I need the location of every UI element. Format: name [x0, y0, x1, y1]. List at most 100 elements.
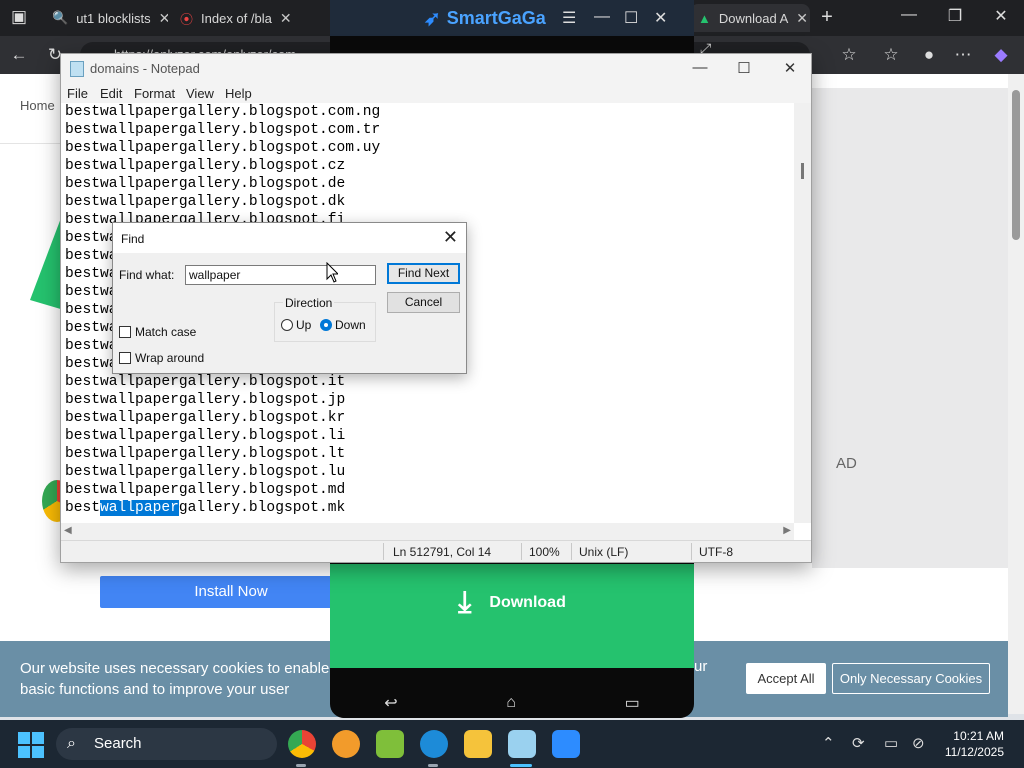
accept-all-button[interactable]: Accept All [746, 663, 826, 694]
smartgaga-titlebar: ➶ SmartGaGa ☰ — ☐ ✕ [330, 0, 694, 36]
favorite-icon[interactable]: ☆ [838, 44, 860, 66]
minimize-icon[interactable]: — [594, 8, 610, 26]
close-icon[interactable]: ✕ [775, 59, 805, 77]
text-line: bestwallpapergallery.blogspot.md [65, 482, 346, 498]
text-line: bestwa [65, 356, 118, 372]
taskbar-search[interactable]: ⌕ Search [56, 728, 277, 760]
android-nav-bar: ↩ ⌂ ▭ [330, 686, 694, 720]
checkbox-label: Wrap around [135, 351, 205, 365]
tab-index-of[interactable]: ⦿ Index of /bla ✕ [172, 4, 298, 32]
text-fragment: best [65, 500, 101, 516]
clock-date: 11/12/2025 [944, 745, 1004, 759]
download-button[interactable]: ⤓ Download [330, 564, 694, 641]
find-dialog: Find ✕ Find what: wallpaper Find Next Ca… [112, 222, 467, 374]
edge-taskbar-icon[interactable] [420, 730, 448, 758]
close-icon[interactable]: ✕ [654, 8, 667, 28]
scrollbar-thumb[interactable] [1012, 90, 1020, 240]
search-match-highlight: wallpaper [100, 500, 179, 516]
sync-icon[interactable]: ⟳ [852, 734, 865, 752]
menu-icon[interactable]: ⋯ [952, 44, 974, 66]
copilot-icon[interactable]: ◆ [990, 44, 1012, 66]
menu-view[interactable]: View [186, 86, 214, 101]
scroll-left-icon[interactable]: ◀ [64, 525, 72, 536]
opera-icon: ⦿ [180, 11, 194, 27]
start-button[interactable] [18, 732, 44, 758]
tab-ut1-blocklists[interactable]: 🔍 ut1 blocklists ✕ [44, 4, 168, 32]
menu-help[interactable]: Help [225, 86, 252, 101]
search-icon: 🔍 [52, 10, 69, 25]
notepad-taskbar-icon[interactable] [508, 730, 536, 758]
text-line: bestwallpapergallery.blogspot.cz [65, 158, 346, 174]
minimize-icon[interactable]: — [894, 6, 924, 24]
scrollbar-thumb[interactable] [801, 163, 804, 179]
find-what-input[interactable]: wallpaper [185, 265, 376, 285]
close-tab-icon[interactable]: ✕ [159, 10, 168, 27]
radio-unchecked-icon [281, 319, 293, 331]
direction-down-radio[interactable]: Down [320, 318, 366, 332]
text-line: bestwa [65, 284, 118, 300]
show-hidden-icons-icon[interactable]: ⌃ [822, 734, 835, 752]
breadcrumb[interactable]: Home [20, 98, 55, 113]
page-scrollbar[interactable] [1008, 74, 1024, 714]
taskbar-clock[interactable]: 10:21 AM 11/12/2025 [945, 728, 1004, 760]
maximize-icon[interactable]: ☐ [729, 59, 759, 77]
display-icon[interactable]: ▭ [884, 734, 898, 752]
text-line: bestwa [65, 248, 118, 264]
chrome-taskbar-icon[interactable] [288, 730, 316, 758]
close-tab-icon[interactable]: ✕ [796, 10, 808, 27]
tab-actions-icon[interactable]: ▣ [8, 6, 30, 28]
close-tab-icon[interactable]: ✕ [280, 10, 292, 27]
new-tab-icon[interactable]: + [816, 6, 838, 28]
wrap-around-checkbox[interactable]: Wrap around [119, 351, 204, 365]
notepad-vertical-scrollbar[interactable] [794, 103, 811, 523]
cookie-text-tail: ur [694, 658, 708, 675]
checkbox-label: Match case [135, 325, 197, 339]
find-next-button[interactable]: Find Next [387, 263, 460, 284]
scroll-right-icon[interactable]: ▶ [783, 525, 791, 536]
close-icon[interactable]: ✕ [443, 227, 458, 248]
text-fragment: gallery.blogspot.mk [178, 500, 346, 516]
text-line: bestwallpapergallery.blogspot.dk [65, 194, 346, 210]
menu-edit[interactable]: Edit [100, 86, 122, 101]
install-now-button[interactable]: Install Now [100, 576, 362, 608]
search-label: Search [94, 735, 142, 752]
direction-label: Direction [283, 296, 335, 310]
encoding: UTF-8 [699, 545, 733, 559]
divider [691, 543, 692, 560]
running-indicator [296, 764, 306, 767]
back-icon[interactable]: ↩ [384, 693, 397, 713]
file-explorer-taskbar-icon[interactable] [464, 730, 492, 758]
radio-label: Up [296, 318, 312, 332]
running-indicator [428, 764, 438, 767]
home-icon[interactable]: ⌂ [506, 694, 516, 712]
notepad-title: domains - Notepad [90, 61, 200, 76]
direction-up-radio[interactable]: Up [281, 318, 311, 332]
download-button-lower[interactable] [330, 641, 694, 668]
app-taskbar-icon[interactable] [332, 730, 360, 758]
download-icon: ⤓ [458, 585, 472, 619]
close-icon[interactable]: ✕ [986, 6, 1016, 26]
text-line: bestwa [65, 302, 118, 318]
tab-download[interactable]: ▲ Download A ✕ [690, 4, 810, 32]
profile-icon[interactable]: ● [918, 44, 940, 66]
radio-label: Down [335, 318, 366, 332]
cancel-button[interactable]: Cancel [387, 292, 460, 313]
smartgaga-bottom: ↩ ⌂ ▭ [330, 641, 694, 718]
match-case-checkbox[interactable]: Match case [119, 325, 196, 339]
back-icon[interactable]: ← [8, 44, 30, 66]
collections-icon[interactable]: ☆ [880, 44, 902, 66]
divider [521, 543, 522, 560]
menu-format[interactable]: Format [134, 86, 175, 101]
menu-icon[interactable]: ☰ [562, 8, 576, 28]
smartgaga-taskbar-icon[interactable] [552, 730, 580, 758]
text-line: bestwallpapergallery.blogspot.jp [65, 392, 346, 408]
only-necessary-cookies-button[interactable]: Only Necessary Cookies [832, 663, 990, 694]
menu-file[interactable]: File [67, 86, 88, 101]
maximize-icon[interactable]: ❐ [940, 6, 970, 26]
network-icon[interactable]: ⊘ [912, 734, 925, 752]
minimize-icon[interactable]: — [685, 59, 715, 76]
notepad-plus-taskbar-icon[interactable] [376, 730, 404, 758]
maximize-icon[interactable]: ☐ [624, 8, 638, 28]
recents-icon[interactable]: ▭ [625, 693, 640, 713]
notepad-horizontal-scrollbar[interactable]: ◀ ▶ [61, 523, 794, 540]
